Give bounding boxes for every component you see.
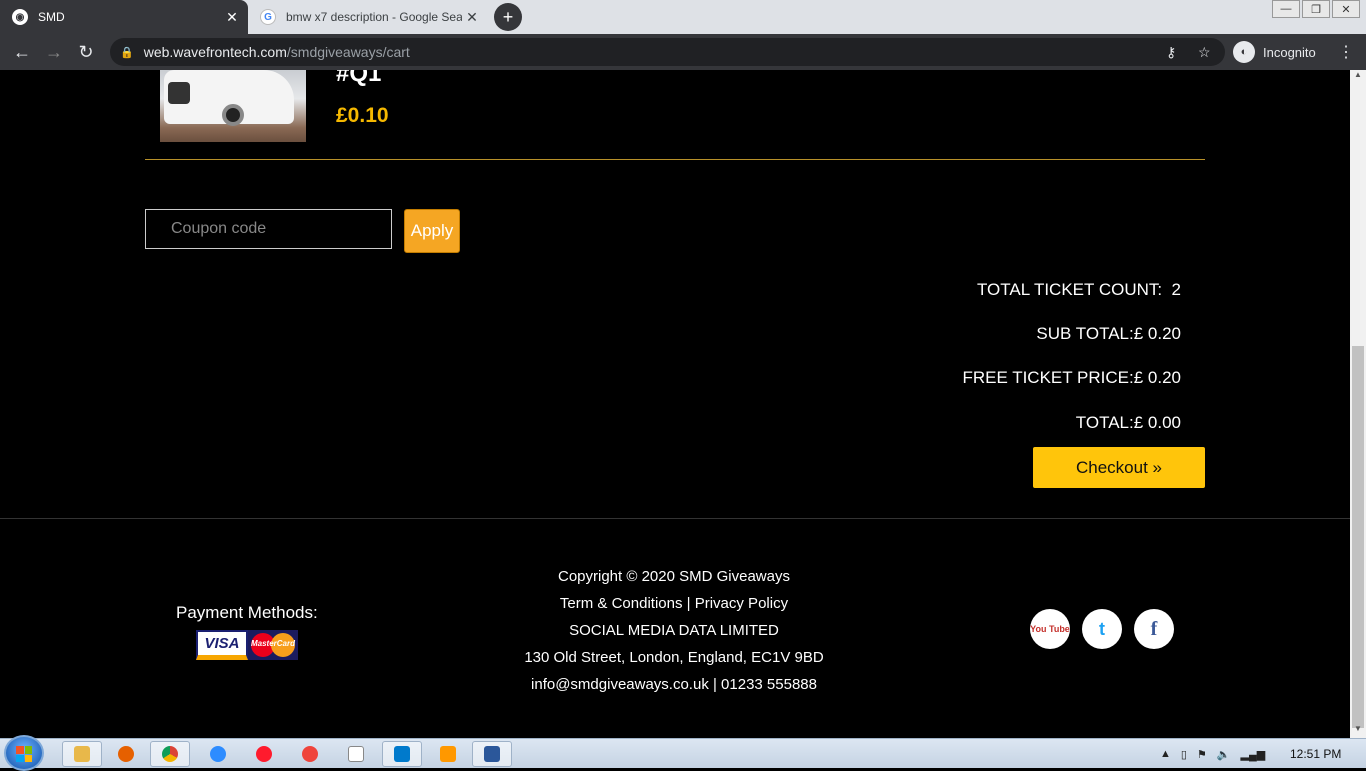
window-controls: — ❐ ✕ [1270,0,1360,18]
anydesk-icon[interactable] [290,741,330,767]
cart-page: #Q1 £0.10 Coupon code Apply TOTAL TICKET… [0,70,1350,738]
taskbar: ▲ ▯ ⚑ 🔈 ▂▄▆ 12:51 PM [0,735,1366,771]
browser-toolbar: ← → ↻ 🔒 web.wavefrontech.com/smdgiveaway… [0,34,1366,70]
copyright: Copyright © 2020 SMD Giveaways [558,568,790,585]
key-icon[interactable]: ⚷ [1166,44,1176,61]
tab-google-search[interactable]: G bmw x7 description - Google Sea ✕ [248,0,488,34]
checkout-button[interactable]: Checkout » [1033,447,1205,488]
legal-links: Term & Conditions | Privacy Policy [424,593,924,620]
tab-title: SMD [38,10,65,24]
tab-smd[interactable]: ◉ SMD ✕ [0,0,248,34]
back-icon[interactable]: ← [6,42,38,63]
company-name: SOCIAL MEDIA DATA LIMITED [569,622,779,639]
tab-bar: ◉ SMD ✕ G bmw x7 description - Google Se… [0,0,1366,34]
url-domain: web.wavefrontech.com [143,44,287,60]
scroll-up-icon[interactable]: ▲ [1350,70,1366,84]
incognito-indicator[interactable]: ◐ Incognito [1233,38,1316,66]
tab-title: bmw x7 description - Google Sea [286,10,462,24]
mastercard-logo: MasterCard [248,630,298,660]
forward-icon[interactable]: → [38,42,70,63]
vscode-icon[interactable] [382,741,422,767]
free-ticket-price: FREE TICKET PRICE:£ 0.20 [962,368,1181,387]
battery-icon[interactable]: ▯ [1181,748,1187,761]
divider [145,159,1205,160]
incognito-label: Incognito [1263,44,1316,60]
word-icon[interactable] [472,741,512,767]
footer-divider [0,518,1350,519]
globe-icon: ◉ [12,9,28,25]
car-wheel [222,104,244,126]
vertical-scrollbar[interactable]: ▲ ▼ [1350,70,1366,738]
terms-link[interactable]: Term & Conditions [560,595,683,612]
privacy-link[interactable]: Privacy Policy [695,595,788,612]
close-window-button[interactable]: ✕ [1332,0,1360,18]
system-tray: ▲ ▯ ⚑ 🔈 ▂▄▆ [1160,739,1275,769]
payment-methods-label: Payment Methods: [176,603,318,622]
url-path: /smdgiveaways/cart [286,44,410,60]
minimize-button[interactable]: — [1272,0,1300,18]
link-separator: | [686,595,691,612]
firefox-icon[interactable] [106,741,146,767]
sub-total: SUB TOTAL:£ 0.20 [1036,324,1181,343]
product-image [160,70,306,142]
footer-info: Copyright © 2020 SMD Giveaways Term & Co… [424,566,924,701]
car-grille [168,82,190,104]
explorer-icon[interactable] [62,741,102,767]
volume-icon[interactable]: 🔈 [1217,748,1231,761]
incognito-icon: ◐ [1233,41,1255,63]
signal-icon[interactable]: ▂▄▆ [1241,748,1266,761]
menu-kebab-icon[interactable]: ⋮ [1338,42,1354,62]
sublime-icon[interactable] [428,741,468,767]
total: TOTAL:£ 0.00 [1075,413,1181,432]
close-tab-icon[interactable]: ✕ [222,9,242,26]
show-hidden-icons-icon[interactable]: ▲ [1160,748,1171,760]
company-address: 130 Old Street, London, England, EC1V 9B… [524,649,824,666]
apply-button[interactable]: Apply [404,209,460,253]
opera-icon[interactable] [244,741,284,767]
reload-icon[interactable]: ↻ [70,42,102,63]
restore-button[interactable]: ❐ [1302,0,1330,18]
star-icon[interactable]: ☆ [1198,44,1211,61]
zoom-icon[interactable] [198,741,238,767]
mastercard-text: MasterCard [250,639,295,648]
scroll-down-icon[interactable]: ▼ [1350,724,1366,738]
total-ticket-count: TOTAL TICKET COUNT: 2 [976,280,1181,299]
coupon-input[interactable]: Coupon code [145,209,392,249]
visa-logo: VISA [196,630,248,660]
address-bar[interactable]: 🔒 web.wavefrontech.com/smdgiveaways/cart… [110,38,1225,66]
notepad-icon[interactable] [336,741,376,767]
google-icon: G [260,9,276,25]
new-tab-button[interactable]: + [494,3,522,31]
scroll-thumb[interactable] [1352,346,1364,728]
network-icon[interactable]: ⚑ [1197,748,1207,761]
product-title: #Q1 [336,70,382,87]
payment-cards: VISA MasterCard [196,630,298,660]
close-tab-icon[interactable]: ✕ [462,9,482,26]
facebook-icon[interactable]: f [1134,609,1174,649]
clock[interactable]: 12:51 PM [1290,747,1341,761]
twitter-icon[interactable]: t [1082,609,1122,649]
chrome-icon[interactable] [150,741,190,767]
youtube-icon[interactable]: You Tube [1030,609,1070,649]
windows-logo-icon [16,746,32,762]
start-button[interactable] [4,735,44,771]
contact-info: info@smdgiveaways.co.uk | 01233 555888 [531,676,817,693]
lock-icon[interactable]: 🔒 [120,46,134,59]
product-price: £0.10 [336,104,389,127]
